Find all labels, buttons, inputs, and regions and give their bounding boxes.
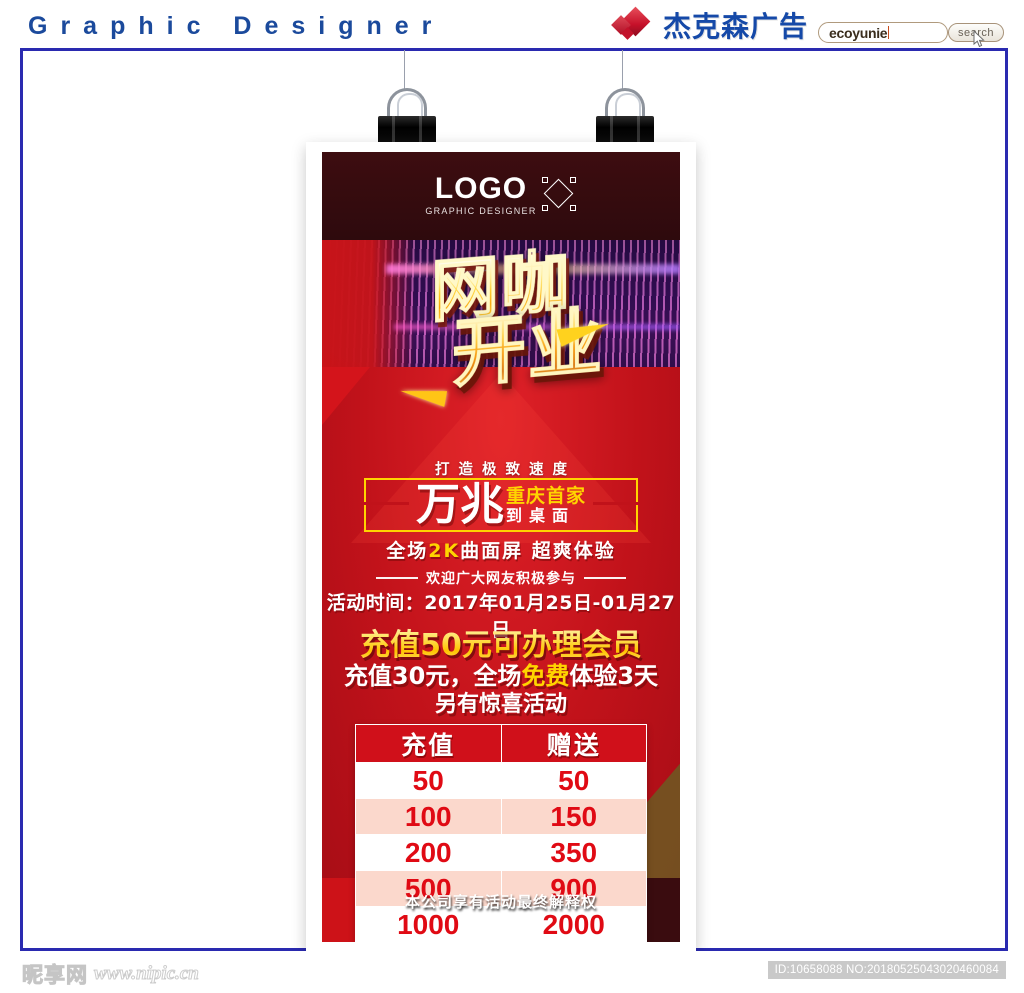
feature-part-1: 全场 [386, 540, 429, 562]
diamond-logo-icon [611, 6, 658, 42]
hanging-wire [404, 50, 405, 90]
image-id-badge: ID:10658088 NO:20180525043020460084 [767, 961, 1006, 979]
text-caret [888, 26, 890, 39]
table-row: 50 50 [355, 762, 647, 799]
cell-recharge: 100 [355, 798, 502, 835]
headline-line-2: 开业 [451, 298, 605, 399]
spark-shape-icon [556, 315, 612, 347]
cell-bonus: 150 [500, 798, 647, 835]
page-title: Graphic Designer [28, 12, 445, 40]
headline-line-1: 网咖 [430, 242, 572, 334]
table-row: 200 350 [355, 834, 647, 871]
search-input[interactable]: ecoyunie [818, 22, 948, 43]
watermark-url-text: www.nipic.cn [94, 963, 200, 985]
watermark-cn-text: 昵享网 [22, 963, 88, 988]
binder-clip-icon [378, 88, 436, 148]
binder-clip-icon [596, 88, 654, 148]
table-header-bonus: 赠送 [500, 724, 647, 763]
brand-logo[interactable]: 杰克森广告 [611, 6, 809, 44]
brand-name-cn: 杰克森广告 [663, 10, 809, 43]
site-header: Graphic Designer 杰克森广告 ecoyunie search [0, 0, 1024, 48]
poster-artwork: LOGO GRAPHIC DESIGNER 网咖 开业 打造极致速度 万兆 重庆… [322, 152, 680, 942]
nipic-watermark: 昵享网 www.nipic.cn [22, 959, 200, 989]
search-input-value: ecoyunie [829, 24, 888, 41]
poster-promo-tertiary: 另有惊喜活动 [434, 692, 567, 717]
highlight-box: 万兆 重庆首家 到桌面 [363, 478, 639, 532]
feature-keyword: 2K [428, 540, 461, 562]
cell-recharge: 50 [355, 762, 502, 799]
highlight-yellow-text: 重庆首家 [505, 484, 586, 507]
poster-sub-slogan: 打造极致速度 [435, 462, 576, 478]
poster-welcome-line: 欢迎广大网友积极参与 [322, 566, 680, 588]
table-header-recharge: 充值 [355, 724, 502, 763]
poster-disclaimer: 本公司享有活动最终解释权 [404, 893, 597, 911]
poster-headline: 网咖 开业 [322, 242, 680, 399]
poster-feature-line: 全场2K曲面屏 超爽体验 [322, 536, 680, 563]
cell-bonus: 350 [500, 834, 647, 871]
feature-part-2: 曲面屏 超爽体验 [460, 540, 616, 562]
screenshot-root: Graphic Designer 杰克森广告 ecoyunie search L… [0, 0, 1024, 993]
divider-left [376, 577, 418, 579]
table-row: 100 150 [355, 798, 647, 835]
hanging-wire [622, 50, 623, 90]
spark-shape-icon [398, 383, 448, 407]
divider-right [584, 577, 626, 579]
table-header-row: 充值 赠送 [355, 724, 647, 763]
cell-recharge: 200 [355, 834, 502, 871]
cell-bonus: 50 [500, 762, 647, 799]
site-footer: 昵享网 www.nipic.cn ID:10658088 NO:20180525… [0, 951, 1024, 993]
welcome-text: 欢迎广大网友积极参与 [426, 571, 576, 587]
highlight-big-text: 万兆 [415, 479, 504, 530]
highlight-white-text: 到桌面 [505, 505, 575, 525]
search-button[interactable]: search [948, 23, 1004, 42]
